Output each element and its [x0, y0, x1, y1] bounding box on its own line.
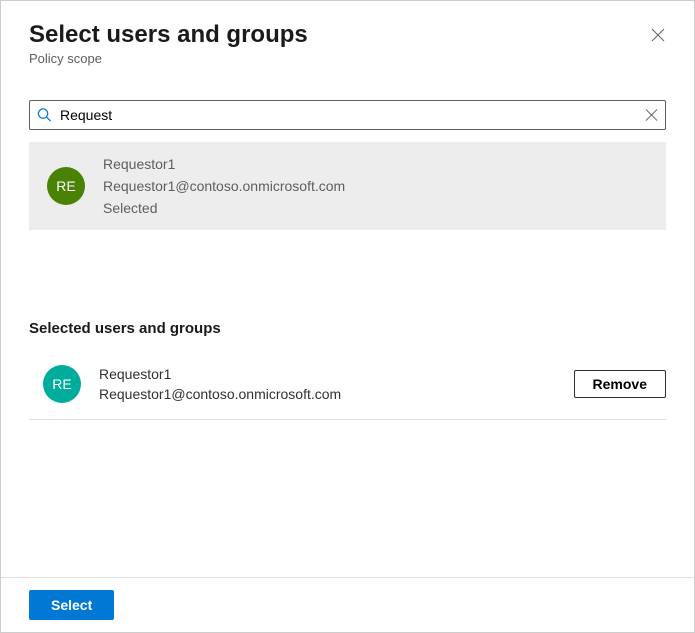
- avatar: RE: [43, 365, 81, 403]
- result-status: Selected: [103, 200, 345, 216]
- avatar: RE: [47, 167, 85, 205]
- panel-subtitle: Policy scope: [29, 51, 666, 66]
- clear-search-icon[interactable]: [645, 109, 658, 122]
- result-email: Requestor1@contoso.onmicrosoft.com: [103, 178, 345, 194]
- selected-text: Requestor1 Requestor1@contoso.onmicrosof…: [99, 366, 556, 402]
- panel-content: RE Requestor1 Requestor1@contoso.onmicro…: [1, 74, 694, 577]
- search-input[interactable]: [29, 100, 666, 130]
- selected-name: Requestor1: [99, 366, 556, 382]
- select-button[interactable]: Select: [29, 590, 114, 620]
- panel-header: Select users and groups Policy scope: [1, 1, 694, 74]
- selected-item: RE Requestor1 Requestor1@contoso.onmicro…: [29, 361, 666, 420]
- selected-heading: Selected users and groups: [29, 320, 666, 337]
- remove-button[interactable]: Remove: [574, 370, 666, 398]
- close-icon: [651, 28, 665, 42]
- panel-footer: Select: [1, 577, 694, 632]
- panel-title: Select users and groups: [29, 21, 666, 49]
- close-button[interactable]: [646, 23, 670, 47]
- selected-list: RE Requestor1 Requestor1@contoso.onmicro…: [29, 361, 666, 420]
- result-name: Requestor1: [103, 156, 345, 172]
- selected-email: Requestor1@contoso.onmicrosoft.com: [99, 386, 556, 402]
- search-result-item[interactable]: RE Requestor1 Requestor1@contoso.onmicro…: [29, 142, 666, 230]
- search-wrapper: [29, 100, 666, 130]
- result-text: Requestor1 Requestor1@contoso.onmicrosof…: [103, 156, 345, 216]
